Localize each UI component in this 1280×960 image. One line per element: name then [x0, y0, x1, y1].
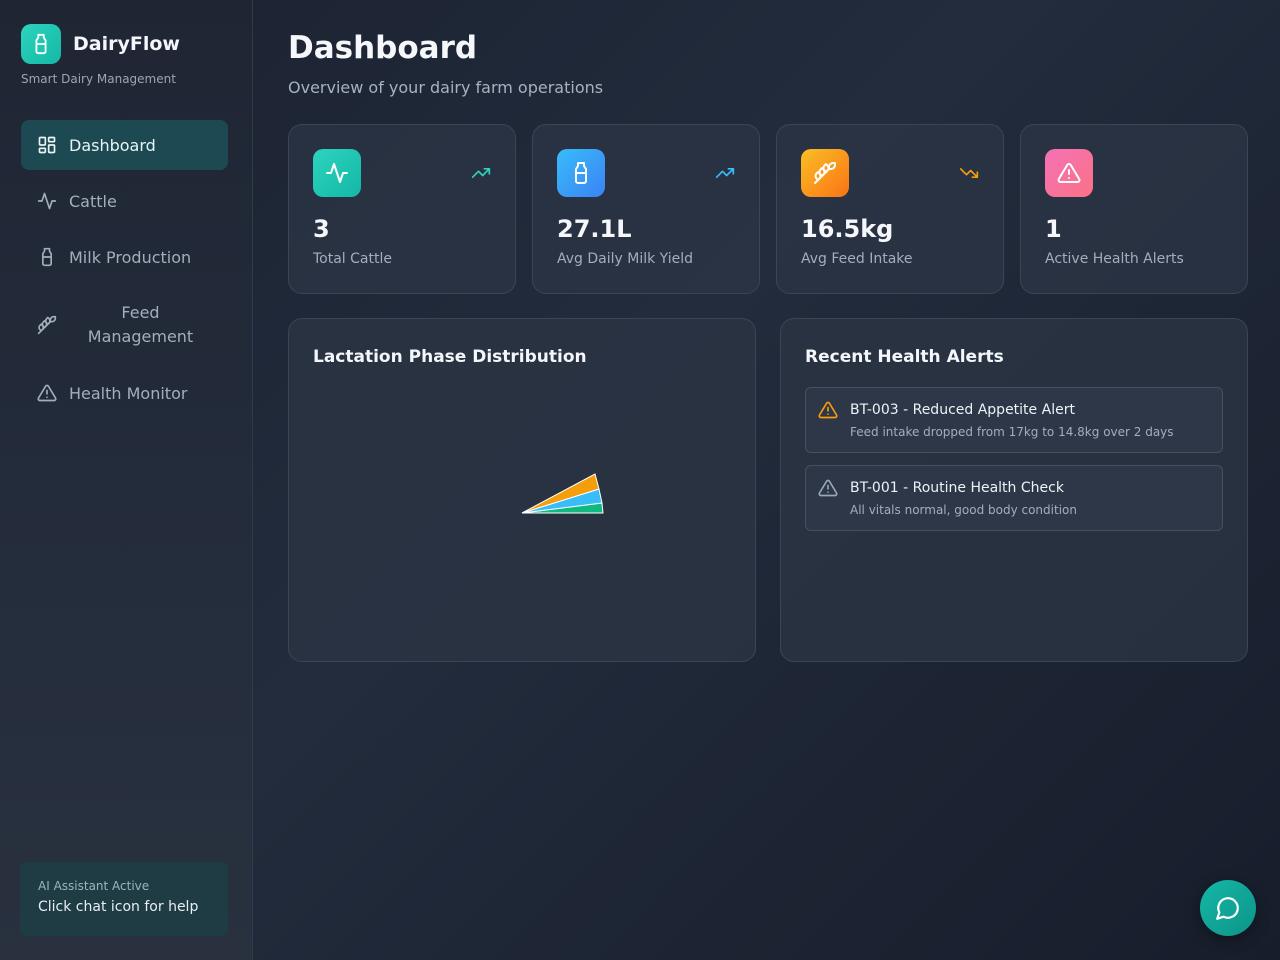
trending-up-icon [715, 168, 735, 179]
sidebar-item-label: Dashboard [69, 135, 156, 155]
wheat-icon [37, 315, 57, 335]
stat-card-feed-intake: 16.5kg Avg Feed Intake [776, 124, 1004, 294]
sidebar-item-cattle[interactable]: Cattle [21, 176, 228, 226]
stat-label: Avg Daily Milk Yield [557, 251, 694, 267]
sidebar: DairyFlow Smart Dairy Management Dashboa… [0, 0, 253, 960]
chat-button[interactable] [1200, 880, 1256, 936]
stat-value: 3 [313, 215, 330, 243]
warning-icon [818, 479, 838, 497]
activity-icon [37, 191, 57, 211]
stat-value: 27.1L [557, 215, 632, 243]
health-alert-item[interactable]: BT-001 - Routine Health Check All vitals… [805, 465, 1223, 531]
milk-bottle-icon [37, 247, 57, 267]
ai-assistant-status: AI Assistant Active Click chat icon for … [20, 862, 228, 936]
stat-label: Total Cattle [313, 251, 392, 267]
health-alert-item[interactable]: BT-003 - Reduced Appetite Alert Feed int… [805, 387, 1223, 453]
trending-down-icon [959, 168, 979, 179]
warning-icon [1045, 149, 1093, 197]
sidebar-item-label: Health Monitor [69, 383, 188, 403]
activity-icon [313, 149, 361, 197]
stat-card-milk-yield: 27.1L Avg Daily Milk Yield [532, 124, 760, 294]
sidebar-item-milk-production[interactable]: Milk Production [21, 232, 228, 282]
page-subtitle: Overview of your dairy farm operations [288, 78, 604, 97]
alert-description: Feed intake dropped from 17kg to 14.8kg … [850, 425, 1174, 439]
alert-title: BT-001 - Routine Health Check [850, 480, 1064, 496]
grid-icon [37, 135, 57, 155]
sidebar-item-dashboard[interactable]: Dashboard [21, 120, 228, 170]
sidebar-item-label: Feed Management [87, 303, 194, 346]
lactation-panel: Lactation Phase Distribution [288, 318, 756, 662]
stat-card-health-alerts: 1 Active Health Alerts [1020, 124, 1248, 294]
brand[interactable]: DairyFlow [21, 24, 180, 64]
milk-bottle-icon [557, 149, 605, 197]
panel-title: Recent Health Alerts [805, 347, 1004, 367]
wheat-icon [801, 149, 849, 197]
sidebar-item-label: Cattle [69, 191, 117, 211]
milk-bottle-icon [21, 24, 61, 64]
brand-subtitle: Smart Dairy Management [21, 72, 176, 86]
stat-value: 1 [1045, 215, 1062, 243]
sidebar-nav: Dashboard Cattle Milk Production Feed Ma… [21, 120, 228, 424]
alert-description: All vitals normal, good body condition [850, 503, 1077, 517]
warning-icon [818, 401, 838, 419]
brand-name: DairyFlow [73, 33, 180, 55]
sidebar-item-label: Milk Production [69, 247, 192, 267]
stat-value: 16.5kg [801, 215, 894, 243]
warning-icon [37, 383, 57, 403]
stat-card-total-cattle: 3 Total Cattle [288, 124, 516, 294]
chat-bubble-icon [1216, 897, 1239, 920]
stat-label: Avg Feed Intake [801, 251, 913, 267]
page-title: Dashboard [288, 30, 478, 66]
sidebar-item-health-monitor[interactable]: Health Monitor [21, 368, 228, 418]
health-alerts-panel: Recent Health Alerts BT-003 - Reduced Ap… [780, 318, 1248, 662]
trending-up-icon [471, 168, 491, 179]
stat-label: Active Health Alerts [1045, 251, 1184, 267]
ai-assistant-title: AI Assistant Active [38, 879, 150, 893]
lactation-pie-chart [521, 473, 604, 514]
ai-assistant-text: Click chat icon for help [38, 899, 199, 915]
alert-title: BT-003 - Reduced Appetite Alert [850, 402, 1075, 418]
sidebar-item-feed-management[interactable]: Feed Management [21, 288, 228, 362]
